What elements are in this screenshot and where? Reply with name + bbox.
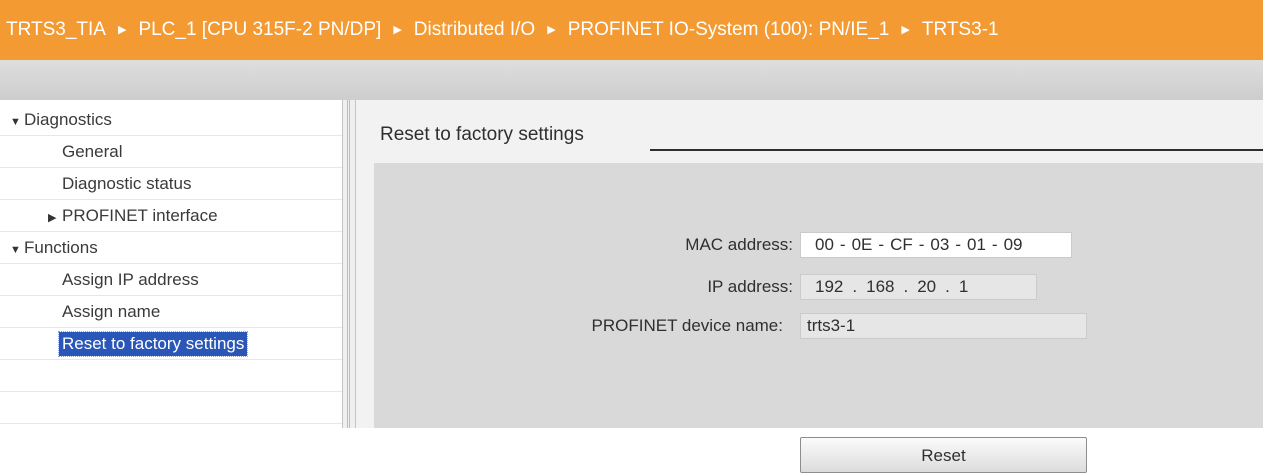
caret-down-icon[interactable]: ▼	[10, 234, 24, 266]
nav-item-assign-name[interactable]: Assign name	[0, 296, 342, 328]
mac-address-field: 00- 0E - CF - 03- 01- 09	[800, 232, 1072, 258]
mac-octet: 03	[930, 235, 950, 254]
breadcrumb: TRTS3_TIA ▶ PLC_1 [CPU 315F-2 PN/DP] ▶ D…	[0, 0, 1263, 60]
nav-item-general[interactable]: General	[0, 136, 342, 168]
nav-item-diagnostics[interactable]: ▼ Diagnostics	[0, 104, 342, 136]
nav-item-label: Functions	[24, 238, 98, 257]
caret-down-icon[interactable]: ▼	[10, 106, 24, 138]
panel-splitter[interactable]	[342, 100, 356, 428]
nav-item-label: Assign IP address	[62, 270, 199, 289]
breadcrumb-io-system[interactable]: PROFINET IO-System (100): PN/IE_1	[568, 19, 890, 41]
nav-empty-row	[0, 360, 342, 392]
ip-octet: 20	[917, 277, 937, 296]
breadcrumb-device[interactable]: TRTS3-1	[922, 19, 999, 41]
breadcrumb-distributed-io[interactable]: Distributed I/O	[414, 19, 535, 41]
nav-item-label: Diagnostics	[24, 110, 112, 129]
caret-right-icon[interactable]: ▶	[48, 202, 62, 234]
ip-address-field: 192. 168. 20. 1	[800, 274, 1037, 300]
nav-item-diagnostic-status[interactable]: Diagnostic status	[0, 168, 342, 200]
mac-separator: -	[878, 235, 885, 254]
toolbar-strip	[0, 60, 1263, 100]
content-area: Reset to factory settings MAC address: 0…	[374, 100, 1263, 473]
profinet-device-name-field: trts3-1	[800, 313, 1087, 339]
nav-item-label: PROFINET interface	[62, 206, 218, 225]
mac-octet: CF	[890, 235, 913, 254]
nav-item-label: Diagnostic status	[62, 174, 192, 193]
nav-item-assign-ip-address[interactable]: Assign IP address	[0, 264, 342, 296]
breadcrumb-project[interactable]: TRTS3_TIA	[6, 19, 106, 41]
nav-item-profinet-interface[interactable]: ▶ PROFINET interface	[0, 200, 342, 232]
ip-separator: .	[945, 277, 950, 296]
breadcrumb-plc[interactable]: PLC_1 [CPU 315F-2 PN/DP]	[138, 19, 381, 41]
nav-item-reset-to-factory-settings[interactable]: Reset to factory settings	[0, 328, 342, 360]
triangle-right-icon: ▶	[547, 23, 556, 36]
mac-address-label: MAC address:	[685, 235, 793, 254]
triangle-right-icon: ▶	[901, 23, 910, 36]
ip-octet: 168	[866, 277, 895, 296]
reset-button[interactable]: Reset	[800, 437, 1087, 473]
nav-item-label-selected: Reset to factory settings	[57, 331, 249, 357]
mac-separator: -	[918, 235, 925, 254]
ip-separator: .	[852, 277, 858, 296]
mac-separator: -	[839, 235, 846, 254]
mac-separator: -	[991, 235, 998, 254]
nav-item-label: General	[62, 142, 123, 161]
ip-octet: 192	[815, 277, 844, 296]
ip-address-label: IP address:	[707, 277, 793, 296]
mac-octet: 0E	[851, 235, 873, 254]
triangle-right-icon: ▶	[117, 23, 127, 36]
ip-octet: 1	[958, 277, 969, 296]
mac-octet: 00	[815, 235, 834, 254]
mac-separator: -	[955, 235, 961, 254]
device-name-value: trts3-1	[807, 316, 856, 335]
content-gutter	[356, 100, 374, 428]
navigation-tree: ▼ Diagnostics General Diagnostic status ▶…	[0, 100, 342, 428]
triangle-right-icon: ▶	[393, 23, 402, 36]
nav-item-functions[interactable]: ▼ Functions	[0, 232, 342, 264]
reset-panel: MAC address: 00- 0E - CF - 03- 01- 09 IP a…	[374, 163, 1263, 473]
profinet-device-name-label: PROFINET device name:	[591, 316, 783, 335]
nav-empty-row	[0, 392, 342, 424]
mac-octet: 09	[1003, 235, 1023, 254]
section-title: Reset to factory settings	[380, 124, 584, 145]
ip-separator: .	[903, 277, 909, 296]
nav-item-label: Assign name	[62, 302, 161, 321]
section-divider	[650, 149, 1263, 151]
mac-octet: 01	[967, 235, 986, 254]
